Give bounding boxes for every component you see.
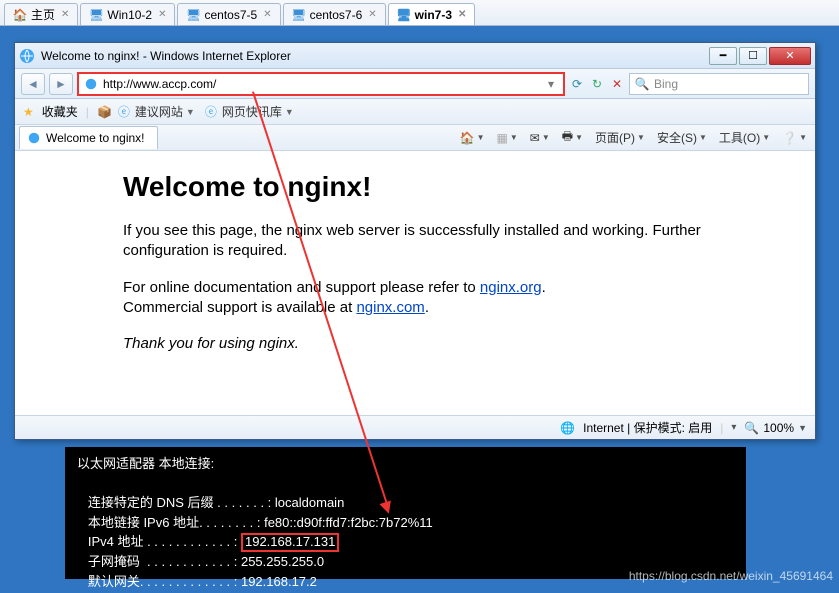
mail-icon: ✉ [530, 131, 540, 145]
close-icon[interactable]: ✕ [61, 9, 69, 20]
tools-menu[interactable]: 工具(O)▼ [715, 127, 774, 148]
nginx-p2: For online documentation and support ple… [123, 278, 707, 319]
watermark: https://blog.csdn.net/weixin_45691464 [629, 569, 833, 583]
monitor-icon: 🖥 [89, 8, 103, 22]
tab-label: 主页 [31, 6, 55, 23]
monitor-icon: 🖥 [186, 8, 200, 22]
home-icon: 🏠 [460, 131, 475, 145]
close-button[interactable]: ✕ [769, 47, 811, 65]
nginx-thanks: Thank you for using nginx. [123, 334, 707, 354]
tab-centos7-6[interactable]: 🖥 centos7-6 ✕ [283, 3, 386, 25]
home-menu[interactable]: 🏠▼ [456, 129, 489, 147]
search-placeholder: Bing [654, 77, 678, 91]
print-icon: 🖶 [562, 127, 573, 148]
feed-icon: ▦ [497, 131, 508, 145]
back-button[interactable]: ◄ [21, 73, 45, 95]
monitor-icon: 🖥 [397, 8, 411, 22]
help-icon: ❔ [782, 131, 797, 145]
zone-text: Internet | 保护模式: 启用 [583, 419, 712, 436]
tab-label: win7-3 [415, 8, 452, 22]
tab-label: centos7-6 [310, 8, 363, 22]
zoom-dropdown[interactable]: ▼ [798, 423, 807, 433]
home-icon: 🏠 [13, 8, 27, 22]
fav-webslices[interactable]: ⓔ 网页快讯库 ▼ [203, 103, 294, 120]
url-input[interactable] [103, 77, 539, 91]
maximize-button[interactable]: ☐ [739, 47, 767, 65]
zoom-value: 100% [763, 421, 794, 435]
favorites-label: 收藏夹 [42, 103, 78, 120]
page-tab-bar: Welcome to nginx! 🏠▼ ▦▼ ✉▼ 🖶▼ 页面(P)▼ 安全(… [15, 125, 815, 151]
page-menu[interactable]: 页面(P)▼ [591, 127, 649, 148]
tab-label: centos7-5 [204, 8, 257, 22]
tab-win10-2[interactable]: 🖥 Win10-2 ✕ [80, 3, 175, 25]
dropdown-icon[interactable]: ▾ [543, 76, 559, 92]
stop-icon[interactable]: ✕ [609, 76, 625, 92]
mail-menu[interactable]: ✉▼ [526, 129, 554, 147]
safety-menu[interactable]: 安全(S)▼ [653, 127, 711, 148]
ie-page-icon [26, 130, 42, 146]
close-icon[interactable]: ✕ [158, 9, 166, 20]
minimize-button[interactable]: ━ [709, 47, 737, 65]
monitor-icon: 🖥 [292, 8, 306, 22]
term-header: 以太网适配器 本地连接: [77, 456, 214, 471]
address-bar-row: ◄ ► ▾ ⟳ ↻ ✕ 🔍 Bing [15, 69, 815, 99]
window-title: Welcome to nginx! - Windows Internet Exp… [41, 49, 709, 63]
refresh-icon[interactable]: ↻ [589, 76, 605, 92]
ie-window: Welcome to nginx! - Windows Internet Exp… [14, 42, 816, 440]
close-icon[interactable]: ✕ [368, 9, 376, 20]
status-bar: 🌐 Internet | 保护模式: 启用 | ▾ 🔍 100% ▼ [15, 415, 815, 439]
forward-button[interactable]: ► [49, 73, 73, 95]
nginx-heading: Welcome to nginx! [123, 171, 707, 203]
page-tab[interactable]: Welcome to nginx! [19, 126, 158, 149]
search-icon: 🔍 [634, 76, 650, 92]
compat-icon[interactable]: ⟳ [569, 76, 585, 92]
nginx-com-link[interactable]: nginx.com [356, 299, 424, 316]
address-bar[interactable]: ▾ [77, 72, 565, 96]
ipv4-highlight: 192.168.17.131 [241, 533, 339, 551]
fav-suggested-sites[interactable]: 📦 ⓔ 建议网站 ▼ [97, 103, 195, 120]
folder-icon: 📦 [97, 104, 113, 120]
tab-home[interactable]: 🏠 主页 ✕ [4, 3, 78, 25]
terminal: 以太网适配器 本地连接: 连接特定的 DNS 后缀 . . . . . . . … [65, 447, 746, 579]
command-bar: 🏠▼ ▦▼ ✉▼ 🖶▼ 页面(P)▼ 安全(S)▼ 工具(O)▼ ❔▼ [456, 125, 811, 150]
nginx-p1: If you see this page, the nginx web serv… [123, 221, 707, 262]
ie-page-icon [83, 76, 99, 92]
help-menu[interactable]: ❔▼ [778, 129, 811, 147]
search-box[interactable]: 🔍 Bing [629, 73, 809, 95]
close-icon[interactable]: ✕ [458, 9, 466, 20]
ie-icon [19, 48, 35, 64]
favorites-bar: ★ 收藏夹 | 📦 ⓔ 建议网站 ▼ ⓔ 网页快讯库 ▼ [15, 99, 815, 125]
ie-small-icon: ⓔ [116, 104, 132, 120]
close-icon[interactable]: ✕ [263, 9, 271, 20]
tab-centos7-5[interactable]: 🖥 centos7-5 ✕ [177, 3, 280, 25]
protected-mode-dropdown[interactable]: ▾ [731, 422, 736, 433]
host-tab-bar: 🏠 主页 ✕ 🖥 Win10-2 ✕ 🖥 centos7-5 ✕ 🖥 cento… [0, 0, 839, 26]
zone-icon: 🌐 [560, 421, 575, 435]
ie-small-icon: ⓔ [203, 104, 219, 120]
tab-win7-3[interactable]: 🖥 win7-3 ✕ [388, 3, 476, 25]
zoom-icon[interactable]: 🔍 [744, 421, 759, 435]
star-icon[interactable]: ★ [23, 105, 34, 119]
nginx-org-link[interactable]: nginx.org [480, 279, 542, 296]
window-title-bar: Welcome to nginx! - Windows Internet Exp… [15, 43, 815, 69]
page-tab-label: Welcome to nginx! [46, 131, 145, 145]
tab-label: Win10-2 [107, 8, 152, 22]
page-content: Welcome to nginx! If you see this page, … [15, 151, 815, 415]
feeds-menu[interactable]: ▦▼ [493, 129, 522, 147]
print-menu[interactable]: 🖶▼ [558, 125, 587, 150]
